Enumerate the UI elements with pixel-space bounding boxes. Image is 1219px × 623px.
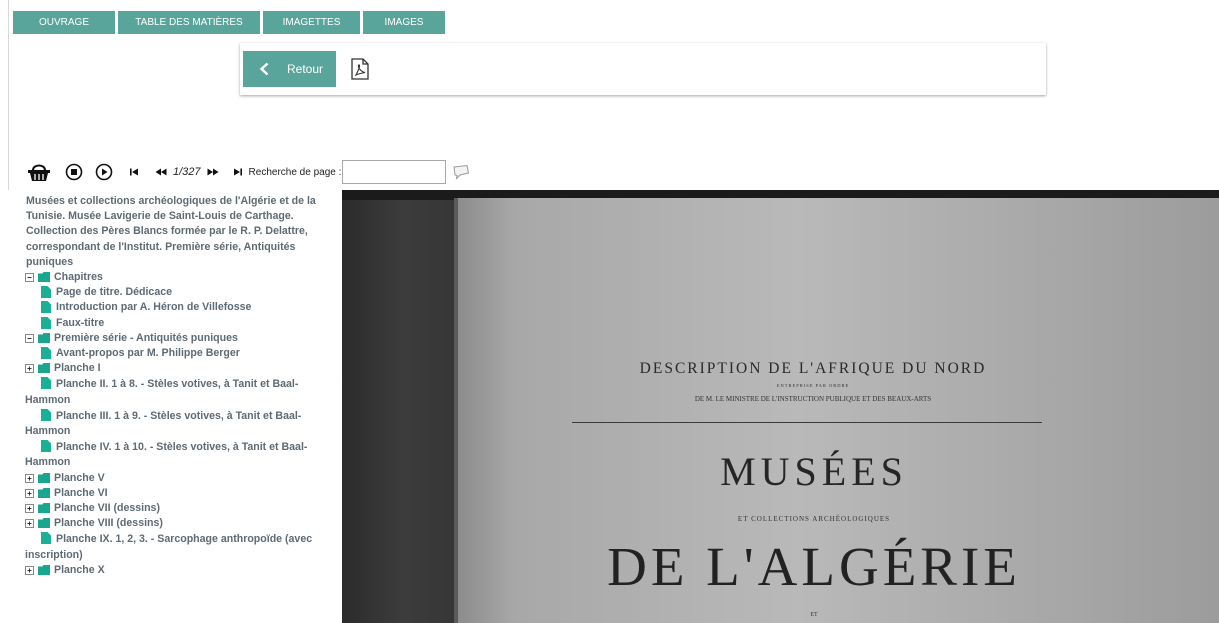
toc-item: Planche III. 1 à 9. - Stèles votives, à … bbox=[25, 408, 325, 439]
collapse-icon[interactable] bbox=[25, 333, 34, 343]
toc-title[interactable]: Musées et collections archéologiques de … bbox=[26, 194, 325, 270]
folder-open-icon bbox=[38, 332, 50, 343]
expand-icon[interactable] bbox=[25, 565, 34, 575]
folder-icon bbox=[38, 518, 50, 529]
toc-item: Page de titre. Dédicace bbox=[25, 285, 325, 300]
toc-item: Planche X bbox=[25, 563, 325, 578]
toc-item-label[interactable]: Première série - Antiquités puniques bbox=[54, 331, 238, 346]
tab-imagettes[interactable]: IMAGETTES bbox=[263, 11, 360, 34]
toc-item-label[interactable]: Page de titre. Dédicace bbox=[56, 285, 172, 300]
toc-item-label[interactable]: Planche I bbox=[54, 361, 101, 376]
scan-title-sub: ET COLLECTIONS ARCHÉOLOGIQUES bbox=[738, 515, 890, 523]
toc-item: Avant-propos par M. Philippe Berger bbox=[25, 346, 325, 361]
next-page-icon[interactable] bbox=[207, 167, 219, 177]
document-icon bbox=[41, 532, 51, 545]
folder-icon bbox=[38, 472, 50, 483]
toc-item: Planche I bbox=[25, 361, 325, 376]
folder-icon bbox=[38, 503, 50, 514]
tab-table-des-matieres[interactable]: TABLE DES MATIÈRES bbox=[118, 11, 260, 34]
toc-item-label[interactable]: Avant-propos par M. Philippe Berger bbox=[56, 346, 240, 361]
page-search-input[interactable] bbox=[342, 160, 447, 184]
viewer-nav-bar: 1/327 Recherche de page : bbox=[27, 158, 470, 186]
folder-open-icon bbox=[38, 272, 50, 283]
toolbar-card: Retour bbox=[240, 43, 1046, 95]
table-of-contents: Musées et collections archéologiques de … bbox=[25, 194, 325, 578]
document-icon bbox=[41, 301, 51, 314]
back-button[interactable]: Retour bbox=[243, 51, 336, 87]
toc-item: Planche VI bbox=[25, 486, 325, 501]
expand-icon[interactable] bbox=[25, 519, 34, 529]
left-divider bbox=[8, 0, 9, 190]
expand-icon[interactable] bbox=[25, 473, 34, 483]
scan-title-big: DE L'ALGÉRIE bbox=[607, 536, 1021, 597]
pdf-icon[interactable] bbox=[350, 58, 370, 80]
scan-header-line2: ENTREPRISE PAR ORDRE bbox=[777, 383, 850, 388]
expand-icon[interactable] bbox=[25, 504, 34, 514]
page-scan-viewer[interactable]: DESCRIPTION DE L'AFRIQUE DU NORD ENTREPR… bbox=[342, 190, 1219, 623]
scan-header-line1: DESCRIPTION DE L'AFRIQUE DU NORD bbox=[640, 360, 987, 377]
document-icon bbox=[41, 440, 51, 453]
collapse-icon[interactable] bbox=[25, 273, 34, 283]
tab-images[interactable]: IMAGES bbox=[363, 11, 445, 34]
folder-icon bbox=[38, 487, 50, 498]
tab-ouvrage[interactable]: OUVRAGE bbox=[13, 11, 115, 34]
folder-icon bbox=[38, 564, 50, 575]
toc-item-label[interactable]: Planche X bbox=[54, 563, 105, 578]
speech-bubble-icon[interactable] bbox=[452, 164, 470, 180]
toc-item-label[interactable]: Planche VIII (dessins) bbox=[54, 516, 163, 531]
toc-item: Première série - Antiquités puniques bbox=[25, 331, 325, 346]
toc-item-label[interactable]: Planche II. 1 à 8. - Stèles votives, à T… bbox=[25, 378, 298, 405]
scan-title-et: ET bbox=[810, 612, 818, 618]
last-page-icon[interactable] bbox=[233, 167, 243, 177]
toc-item: Planche IV. 1 à 10. - Stèles votives, à … bbox=[25, 439, 325, 470]
toc-item-label[interactable]: Planche VII (dessins) bbox=[54, 501, 160, 516]
page-indicator: 1/327 bbox=[173, 166, 201, 178]
toc-item: Introduction par A. Héron de Villefosse bbox=[25, 300, 325, 315]
document-icon bbox=[41, 286, 51, 299]
toc-item-label[interactable]: Chapitres bbox=[54, 270, 103, 285]
top-tab-bar: OUVRAGE TABLE DES MATIÈRES IMAGETTES IMA… bbox=[13, 11, 445, 34]
toc-item-label[interactable]: Planche V bbox=[54, 471, 105, 486]
prev-page-icon[interactable] bbox=[155, 167, 167, 177]
toc-item: Planche II. 1 à 8. - Stèles votives, à T… bbox=[25, 376, 325, 407]
basket-icon[interactable] bbox=[27, 161, 51, 183]
expand-icon[interactable] bbox=[25, 488, 34, 498]
document-icon bbox=[41, 408, 51, 421]
toc-item-label[interactable]: Introduction par A. Héron de Villefosse bbox=[56, 300, 251, 315]
page-search-label: Recherche de page : bbox=[248, 166, 342, 178]
back-button-label: Retour bbox=[287, 62, 324, 76]
document-icon bbox=[41, 316, 51, 329]
toc-item-label[interactable]: Planche IV. 1 à 10. - Stèles votives, à … bbox=[25, 441, 307, 468]
page-scan-image: DESCRIPTION DE L'AFRIQUE DU NORD ENTREPR… bbox=[342, 190, 1219, 623]
toc-item: Planche VII (dessins) bbox=[25, 501, 325, 516]
play-icon[interactable] bbox=[95, 163, 113, 181]
toc-item: Planche IX. 1, 2, 3. - Sarcophage anthro… bbox=[25, 531, 325, 562]
toc-item: Planche VIII (dessins) bbox=[25, 516, 325, 531]
document-icon bbox=[41, 377, 51, 390]
scan-header-line3: DE M. LE MINISTRE DE L'INSTRUCTION PUBLI… bbox=[695, 395, 931, 403]
stop-icon[interactable] bbox=[65, 163, 83, 181]
toc-item-label[interactable]: Planche III. 1 à 9. - Stèles votives, à … bbox=[25, 410, 301, 437]
scan-title-main: MUSÉES bbox=[720, 449, 908, 494]
first-page-icon[interactable] bbox=[129, 167, 139, 177]
toc-item-label[interactable]: Planche IX. 1, 2, 3. - Sarcophage anthro… bbox=[25, 533, 312, 560]
expand-icon[interactable] bbox=[25, 364, 34, 374]
toc-item: Chapitres bbox=[25, 270, 325, 285]
toc-item: Faux-titre bbox=[25, 316, 325, 331]
chevron-left-icon bbox=[259, 62, 269, 76]
toc-item-label[interactable]: Planche VI bbox=[54, 486, 108, 501]
document-icon bbox=[41, 347, 51, 360]
toc-item: Planche V bbox=[25, 471, 325, 486]
toc-item-label[interactable]: Faux-titre bbox=[56, 316, 104, 331]
folder-icon bbox=[38, 363, 50, 374]
